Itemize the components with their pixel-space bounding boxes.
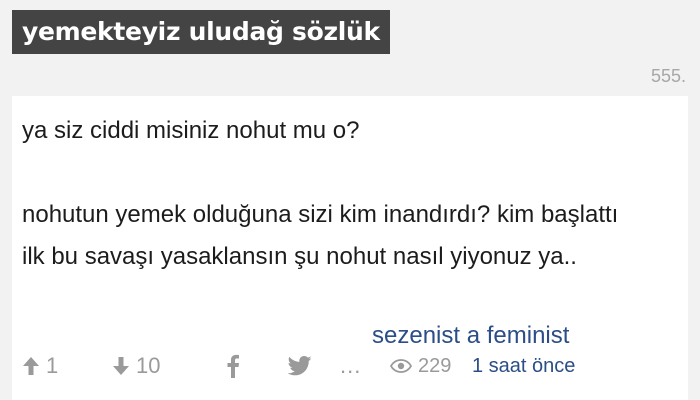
arrow-down-icon [112,356,130,376]
downvote-button[interactable]: 10 [112,348,160,384]
view-count: 229 [390,348,451,384]
share-facebook-button[interactable] [226,348,240,384]
share-twitter-button[interactable] [288,348,312,384]
entry-timestamp-link[interactable]: 1 saat önce [472,348,575,384]
downvote-count: 10 [136,353,161,378]
entry-content: ya siz ciddi misiniz nohut mu o? nohutun… [22,110,622,278]
entry-card: ya siz ciddi misiniz nohut mu o? nohutun… [12,96,688,400]
upvote-button[interactable]: 1 [22,348,58,384]
facebook-icon [226,354,240,378]
more-options-button[interactable]: ... [340,348,361,384]
entry-paragraph: ya siz ciddi misiniz nohut mu o? [22,117,360,144]
arrow-up-icon [22,356,40,376]
entry-number: 555. [650,66,686,86]
page-title[interactable]: yemekteyiz uludağ sözlük [12,10,390,54]
view-count-value: 229 [418,354,452,377]
upvote-count: 1 [46,353,59,378]
eye-icon [390,359,412,373]
entry-paragraph: nohutun yemek olduğuna sizi kim inandırd… [22,201,619,270]
twitter-icon [288,356,312,376]
entry-toolbar: 1 10 ... 229 1 saat önce [22,348,682,384]
author-link[interactable]: sezenist a feminist [372,322,569,350]
